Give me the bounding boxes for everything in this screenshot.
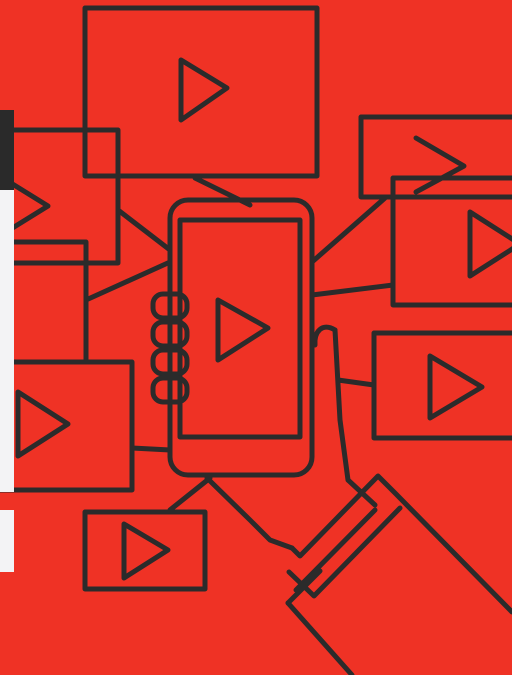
- left-light-panel: [0, 190, 14, 492]
- video-frame-bottom-left: [82, 509, 208, 592]
- smartphone-icon: [167, 197, 315, 478]
- video-frame-icon: [358, 114, 512, 200]
- video-network-illustration: [0, 5, 512, 675]
- video-frame-right-lower: [371, 330, 512, 441]
- play-icon: [121, 521, 171, 581]
- play-icon: [178, 57, 230, 123]
- video-frame-icon: [371, 330, 512, 441]
- left-light-panel-small: [0, 510, 14, 572]
- video-frame-left-lower: [0, 359, 135, 493]
- play-icon: [15, 389, 71, 459]
- left-dark-strip: [0, 110, 14, 190]
- play-icon: [215, 297, 271, 363]
- video-frame-icon: [82, 509, 208, 592]
- video-frame-right-top: [358, 114, 512, 200]
- play-icon: [413, 135, 467, 195]
- hero-illustration: [0, 0, 512, 675]
- play-icon: [467, 209, 512, 279]
- play-icon: [427, 353, 485, 421]
